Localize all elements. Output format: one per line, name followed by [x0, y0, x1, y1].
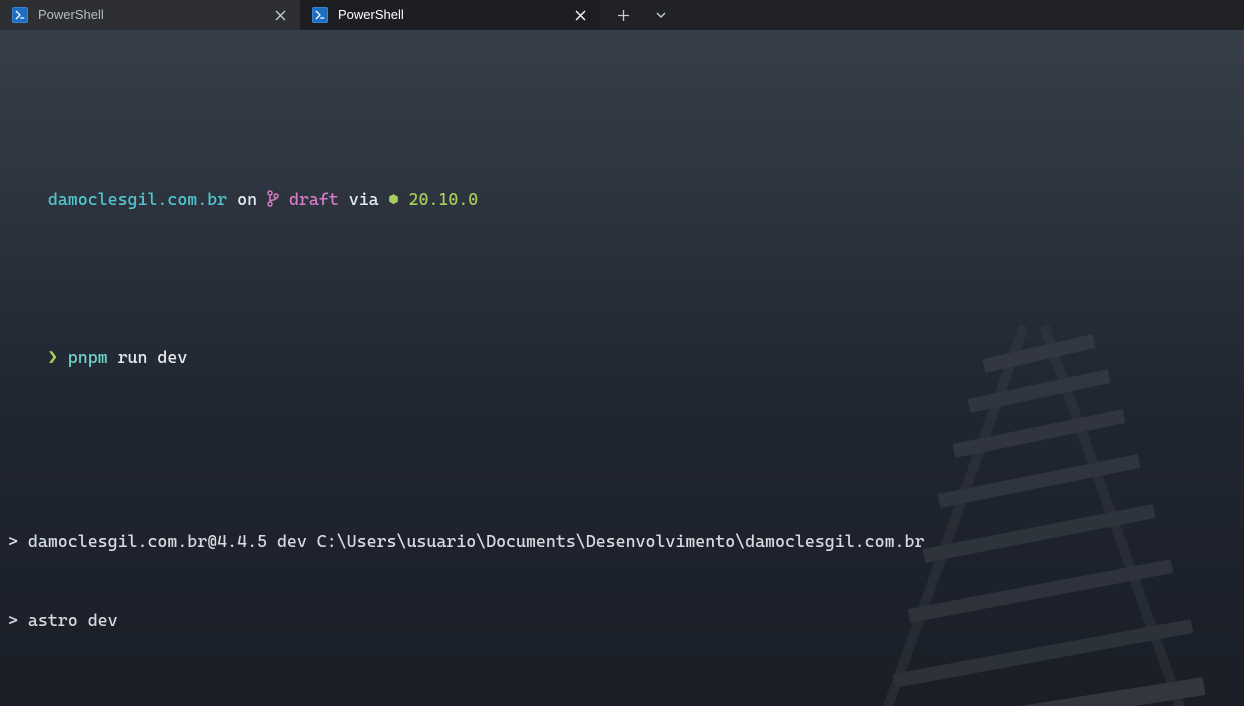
tab-title: PowerShell [38, 5, 262, 25]
close-icon[interactable] [572, 7, 588, 23]
prompt-node-version: 20.10.0 [399, 189, 479, 209]
tab-dropdown-button[interactable] [644, 0, 678, 30]
command-line: ❯ pnpm run dev [8, 317, 1236, 396]
powershell-icon [12, 7, 28, 23]
git-branch-icon [267, 189, 289, 209]
prompt-marker: ❯ [48, 347, 58, 367]
output-line: > damoclesgil.com.br@4.4.5 dev C:\Users\… [8, 528, 1236, 554]
cmd-binary: pnpm [68, 347, 108, 367]
tab-powershell-2[interactable]: PowerShell [300, 0, 600, 30]
cmd-args: run dev [108, 347, 188, 367]
tab-bar-actions [600, 0, 684, 30]
prompt-cwd: damoclesgil.com.br [48, 189, 227, 209]
tab-bar: PowerShell PowerShell [0, 0, 1244, 30]
output-line: > astro dev [8, 607, 1236, 633]
terminal-output[interactable]: damoclesgil.com.br on draft via ⬢ 20.10.… [0, 30, 1244, 706]
close-icon[interactable] [272, 7, 288, 23]
prompt-line: damoclesgil.com.br on draft via ⬢ 20.10.… [8, 159, 1236, 238]
node-icon: ⬢ [389, 189, 399, 209]
new-tab-button[interactable] [606, 0, 640, 30]
powershell-icon [312, 7, 328, 23]
tab-powershell-1[interactable]: PowerShell [0, 0, 300, 30]
prompt-branch: draft [289, 189, 339, 209]
tab-title: PowerShell [338, 5, 562, 25]
